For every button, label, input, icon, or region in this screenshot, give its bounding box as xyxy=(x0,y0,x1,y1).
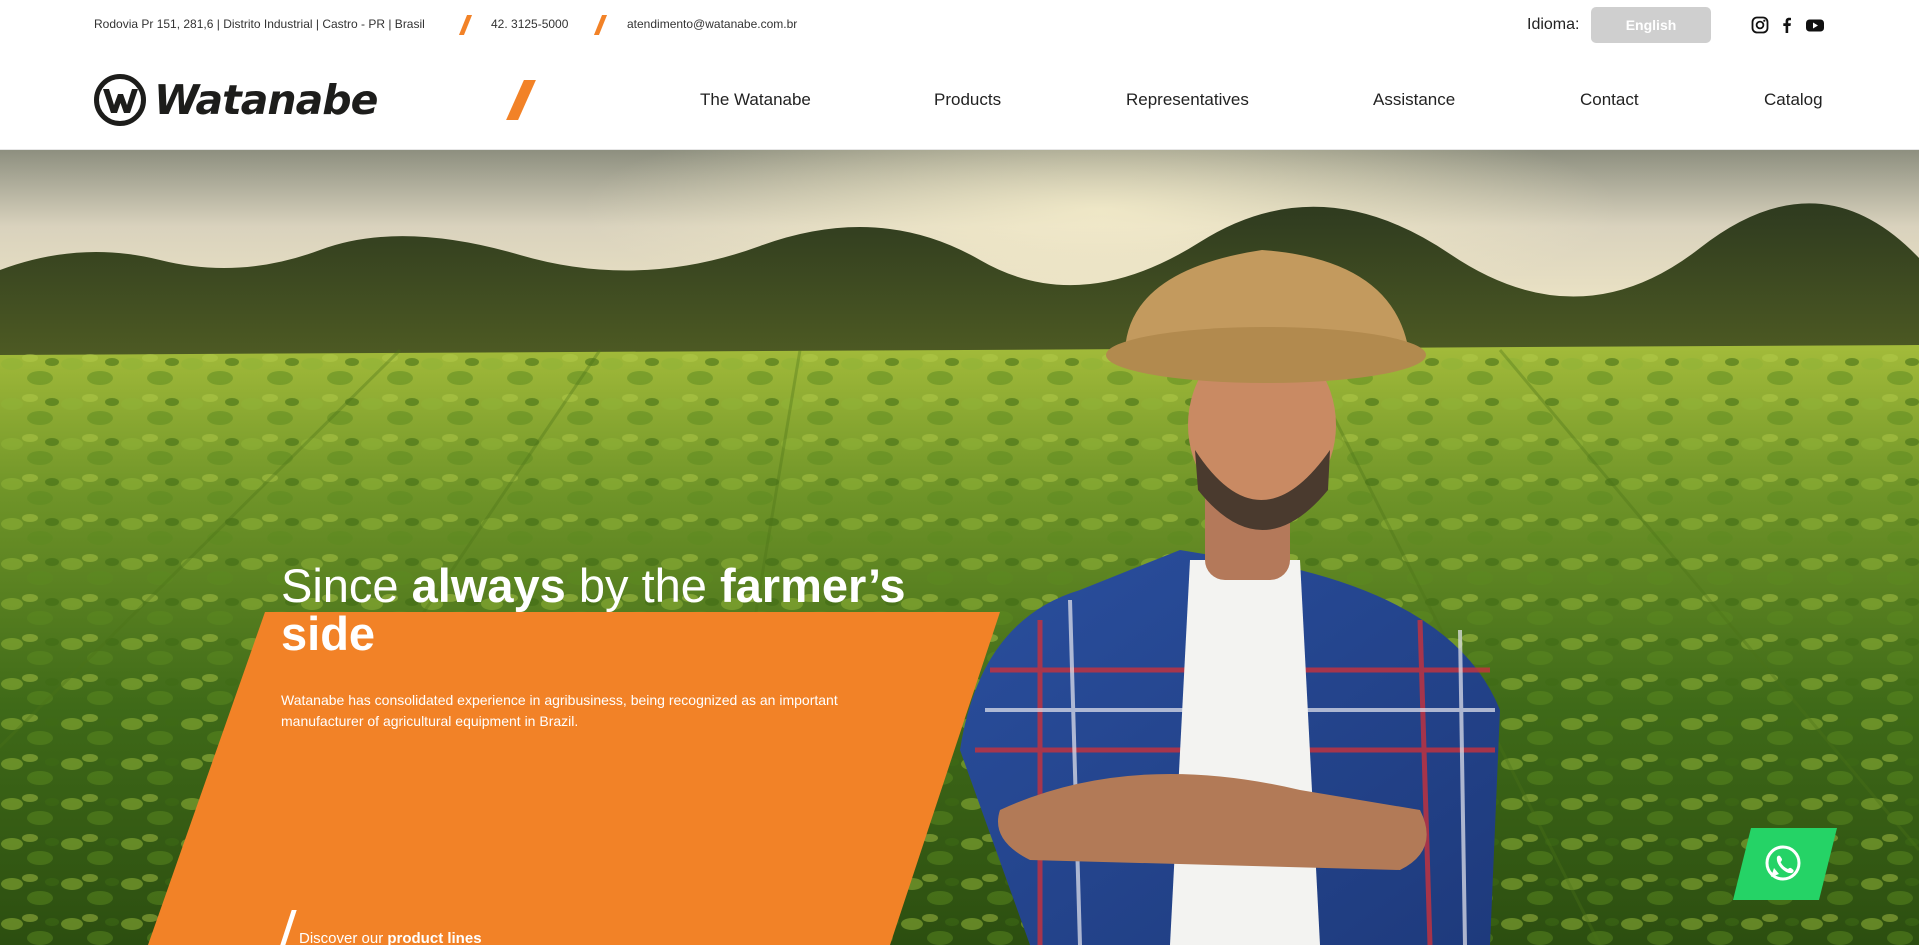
hero-title-bold: farmer’s xyxy=(719,559,906,612)
nav-item-the-watanabe[interactable]: The Watanabe xyxy=(700,90,811,110)
address-text: Rodovia Pr 151, 281,6 | Distrito Industr… xyxy=(94,17,425,31)
nav-item-contact[interactable]: Contact xyxy=(1580,90,1639,110)
nav-item-representatives[interactable]: Representatives xyxy=(1126,90,1249,110)
hero-orange-panel xyxy=(148,612,1000,945)
instagram-icon[interactable] xyxy=(1751,16,1769,34)
phone-link[interactable]: 42. 3125-5000 xyxy=(491,17,568,31)
whatsapp-button[interactable] xyxy=(1733,828,1837,900)
language-select-button[interactable]: English xyxy=(1591,7,1711,43)
whatsapp-icon xyxy=(1733,828,1837,900)
hero-title-part: by the xyxy=(565,559,720,612)
hero-section: Since always by the farmer’s side Watana… xyxy=(0,150,1919,945)
hero-title: Since always by the farmer’s side xyxy=(281,562,981,658)
email-link[interactable]: atendimento@watanabe.com.br xyxy=(627,17,797,31)
nav-item-catalog[interactable]: Catalog xyxy=(1764,90,1823,110)
hero-description: Watanabe has consolidated experience in … xyxy=(281,692,838,729)
cta-prefix: Discover our xyxy=(299,930,388,945)
youtube-icon[interactable] xyxy=(1805,16,1825,34)
logo-mark-icon xyxy=(94,74,146,126)
facebook-icon[interactable] xyxy=(1778,16,1796,34)
cta-bold: product lines xyxy=(387,930,482,945)
hero-title-bold: always xyxy=(411,559,566,612)
hero-title-part: Since xyxy=(281,559,412,612)
header-accent-slash xyxy=(506,80,536,120)
separator-slash xyxy=(458,15,473,35)
watanabe-logo[interactable]: Watanabe xyxy=(94,74,378,126)
top-info-bar: Rodovia Pr 151, 281,6 | Distrito Industr… xyxy=(0,0,1919,50)
separator-slash xyxy=(593,15,608,35)
hero-background-image xyxy=(0,150,1919,945)
nav-item-products[interactable]: Products xyxy=(934,90,1001,110)
nav-item-assistance[interactable]: Assistance xyxy=(1373,90,1455,110)
logo-wordmark: Watanabe xyxy=(154,76,378,124)
cta-label: Discover our product lines xyxy=(299,930,482,945)
hero-title-bold: side xyxy=(281,607,376,660)
language-label: Idioma: xyxy=(1527,16,1580,33)
